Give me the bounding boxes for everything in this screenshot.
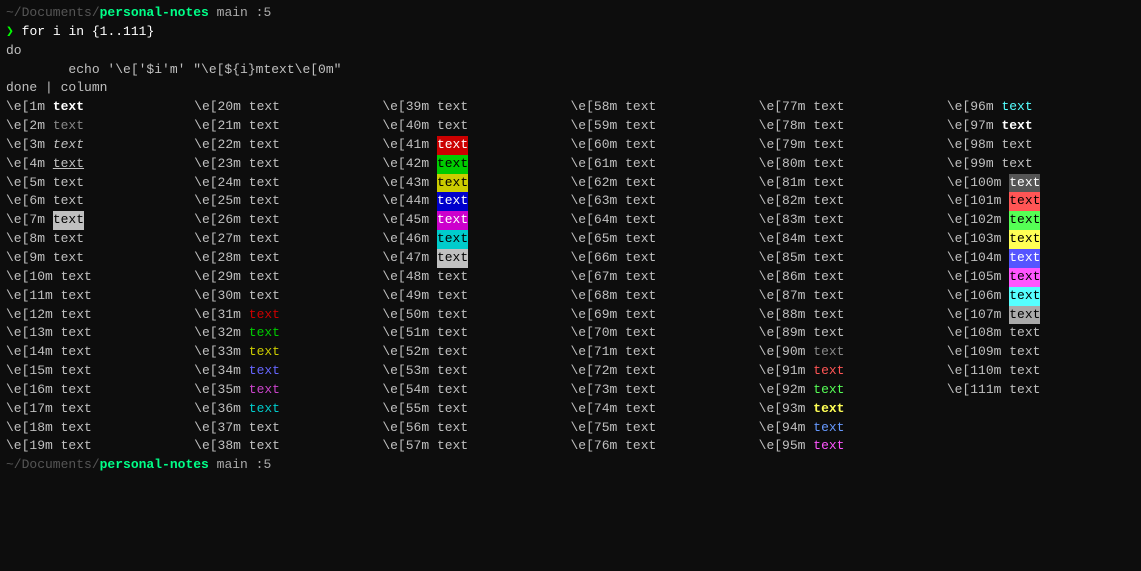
do-line: do bbox=[6, 42, 1135, 61]
col1: \e[1m text \e[2m text \e[3m text \e[4m t… bbox=[6, 98, 194, 456]
terminal: ~/Documents/personal-notes main :5 ❯ for… bbox=[6, 4, 1135, 567]
col6: \e[96m text \e[97m text \e[98m text \e[9… bbox=[947, 98, 1135, 456]
path-line: ~/Documents/personal-notes main :5 bbox=[6, 4, 1135, 23]
color-table: \e[1m text \e[2m text \e[3m text \e[4m t… bbox=[6, 98, 1135, 456]
col2: \e[20m text \e[21m text \e[22m text \e[2… bbox=[194, 98, 382, 456]
col3: \e[39m text \e[40m text \e[41m text \e[4… bbox=[382, 98, 570, 456]
echo-line: echo '\e['$i'm' "\e[${i}mtext\e[0m" bbox=[6, 61, 1135, 80]
col4: \e[58m text \e[59m text \e[60m text \e[6… bbox=[571, 98, 759, 456]
bottom-partial: ~/Documents/personal-notes main :5 bbox=[6, 456, 1135, 475]
done-line: done | column bbox=[6, 79, 1135, 98]
col5: \e[77m text \e[78m text \e[79m text \e[8… bbox=[759, 98, 947, 456]
prompt-line: ❯ for i in {1..111} bbox=[6, 23, 1135, 42]
